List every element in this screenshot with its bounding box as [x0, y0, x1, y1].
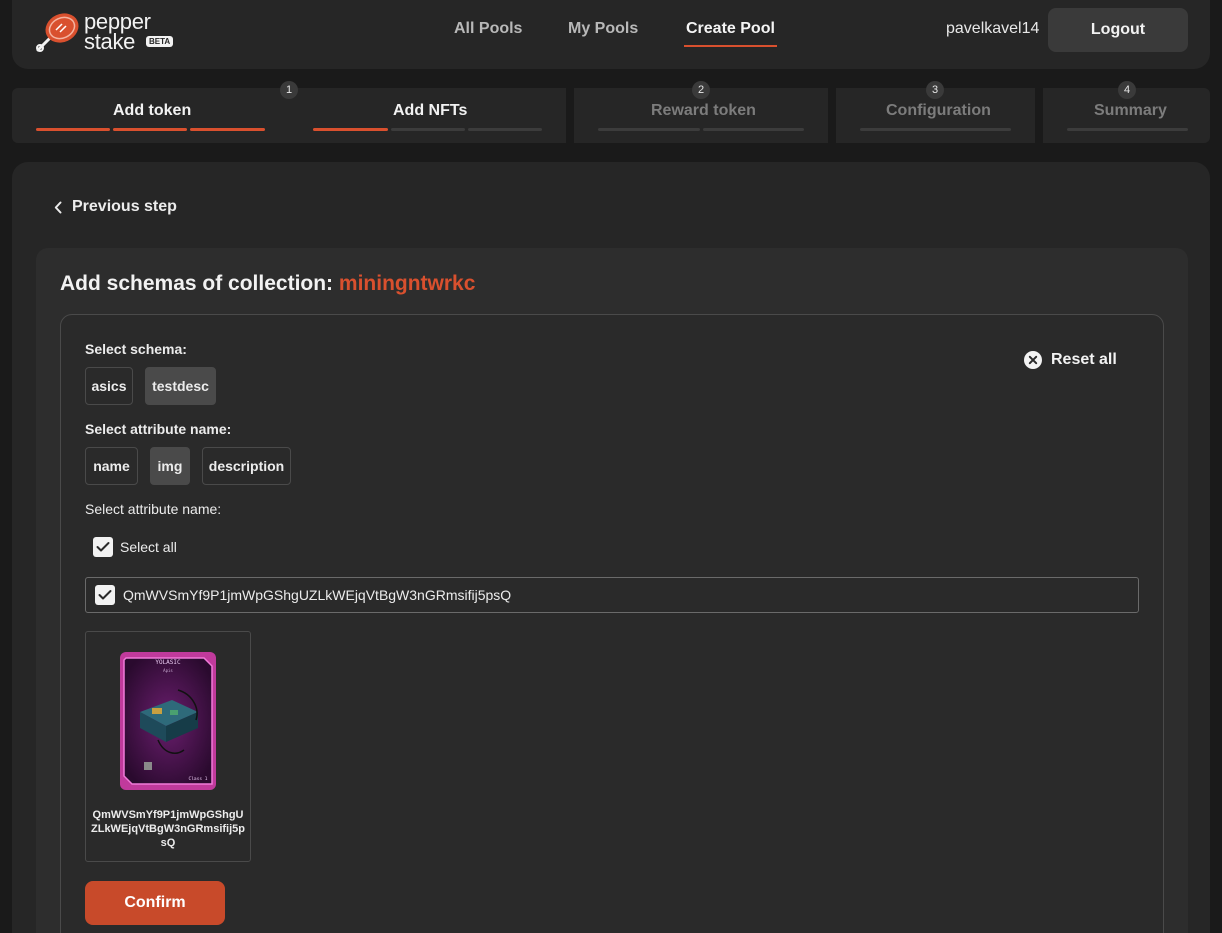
- steak-logo-icon: [36, 13, 79, 52]
- beta-badge: BETA: [146, 36, 174, 47]
- step-reward-token[interactable]: Reward token: [651, 102, 756, 120]
- step-summary[interactable]: Summary: [1094, 102, 1167, 120]
- select-schema-label: Select schema:: [85, 341, 187, 357]
- step-progress-segment: [190, 128, 265, 131]
- previous-step-link[interactable]: Previous step: [54, 198, 177, 216]
- logo-line2: stake: [84, 29, 136, 54]
- step-number-badge: 2: [692, 81, 710, 99]
- nft-card-header: YOLASIC: [155, 659, 181, 666]
- step-configuration[interactable]: Configuration: [886, 102, 991, 120]
- step-add-nfts[interactable]: Add NFTs: [393, 102, 467, 120]
- attribute-chip-name[interactable]: name: [85, 447, 138, 485]
- nft-card[interactable]: YOLASIC Apis Class 1 QmWVSmYf9P1jmWpGShg…: [85, 631, 251, 862]
- close-circle-icon: [1024, 351, 1042, 369]
- main-panel: Previous step Add schemas of collection:…: [12, 162, 1210, 933]
- select-all-checkbox[interactable]: Select all: [93, 537, 177, 557]
- nft-card-sub: Apis: [163, 668, 173, 673]
- step-progress-segment: [1067, 128, 1188, 131]
- collection-name: miningntwrkc: [338, 272, 476, 295]
- select-all-label: Select all: [120, 539, 177, 555]
- attribute-value-row[interactable]: QmWVSmYf9P1jmWpGShgUZLkWEjqVtBgW3nGRmsif…: [85, 577, 1139, 613]
- nft-card-footer: Class 1: [189, 776, 208, 782]
- attribute-chip-description[interactable]: description: [202, 447, 291, 485]
- step-progress-segment: [313, 128, 388, 131]
- title-prefix: Add schemas of collection:: [60, 272, 334, 295]
- reset-all-button[interactable]: Reset all: [1024, 351, 1117, 369]
- logout-button[interactable]: Logout: [1048, 8, 1188, 52]
- step-progress-segment: [468, 128, 542, 131]
- pepperstake-logo[interactable]: pepper stake BETA: [36, 8, 186, 54]
- logo-wordmark: pepper stake: [84, 11, 151, 54]
- schema-chip-testdesc[interactable]: testdesc: [145, 367, 216, 405]
- step-progress-segment: [391, 128, 465, 131]
- select-attribute-label: Select attribute name:: [85, 421, 232, 437]
- nav-all-pools[interactable]: All Pools: [454, 20, 522, 38]
- step-progress-segment: [703, 128, 804, 131]
- nft-image: YOLASIC Apis Class 1: [120, 652, 216, 790]
- step-progress-segment: [860, 128, 1011, 131]
- confirm-button[interactable]: Confirm: [85, 881, 225, 925]
- step-add-token[interactable]: Add token: [113, 102, 191, 120]
- attribute-values-label: Select attribute name:: [85, 501, 222, 517]
- top-header: pepper stake BETA All Pools My Pools Cre…: [12, 0, 1210, 69]
- nft-caption: QmWVSmYf9P1jmWpGShgUZLkWEjqVtBgW3nGRmsif…: [91, 809, 245, 849]
- previous-step-label: Previous step: [72, 198, 177, 215]
- attribute-chip-img[interactable]: img: [150, 447, 190, 485]
- attribute-value-text: QmWVSmYf9P1jmWpGShgUZLkWEjqVtBgW3nGRmsif…: [123, 587, 512, 603]
- schema-chip-asics[interactable]: asics: [85, 367, 133, 405]
- reset-all-label: Reset all: [1051, 351, 1117, 368]
- step-progress-segment: [36, 128, 110, 131]
- step-progress-segment: [113, 128, 187, 131]
- step-number-badge: 3: [926, 81, 944, 99]
- username: pavelkavel14: [946, 20, 1040, 37]
- checkmark-icon: [96, 542, 110, 552]
- step-number-badge: 4: [1118, 81, 1136, 99]
- nav-my-pools[interactable]: My Pools: [568, 20, 638, 38]
- page-title: Add schemas of collection: miningntwrkc: [60, 272, 475, 296]
- checkbox-checked[interactable]: [95, 585, 115, 605]
- checkmark-icon: [98, 590, 112, 600]
- schema-card: Add schemas of collection: miningntwrkc …: [36, 248, 1188, 933]
- step-progress-segment: [598, 128, 700, 131]
- checkbox-checked[interactable]: [93, 537, 113, 557]
- nav-create-pool[interactable]: Create Pool: [684, 20, 777, 47]
- schema-selector: Select schema: asics testdesc Reset all …: [60, 314, 1164, 933]
- step-number-badge: 1: [280, 81, 298, 99]
- chevron-left-icon: [54, 201, 62, 213]
